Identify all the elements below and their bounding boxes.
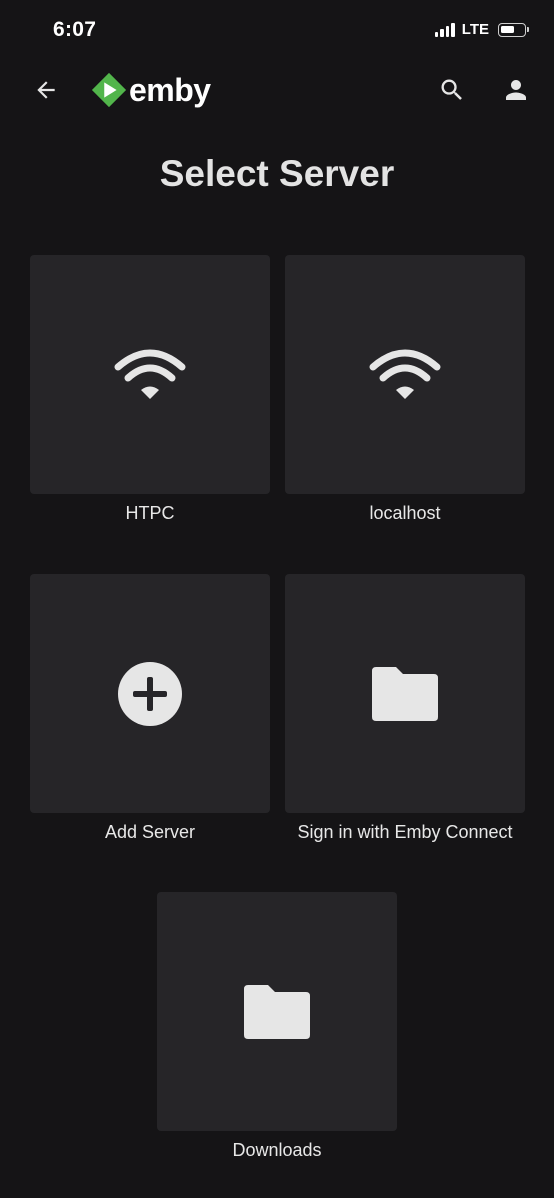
downloads-label[interactable]: Downloads xyxy=(157,1140,397,1161)
emby-logo-icon xyxy=(91,72,127,108)
add-server-card[interactable]: Add Server xyxy=(30,574,270,843)
add-server-tile[interactable] xyxy=(30,574,270,813)
back-button[interactable] xyxy=(28,72,64,108)
account-icon xyxy=(506,80,526,100)
folder-icon xyxy=(244,984,310,1039)
emby-connect-label[interactable]: Sign in with Emby Connect xyxy=(285,822,525,843)
account-button[interactable] xyxy=(498,72,534,108)
search-button[interactable] xyxy=(434,72,470,108)
top-bar: emby xyxy=(0,60,554,116)
downloads-card[interactable]: Downloads xyxy=(157,892,397,1161)
emby-logo[interactable]: emby xyxy=(90,71,211,109)
back-arrow-icon xyxy=(37,81,55,99)
wifi-icon xyxy=(369,349,441,399)
emby-connect-tile[interactable] xyxy=(285,574,525,813)
battery-icon xyxy=(498,22,529,37)
folder-icon xyxy=(372,666,438,721)
server-tile[interactable] xyxy=(285,255,525,494)
search-icon xyxy=(441,79,462,100)
logo-text: emby xyxy=(129,72,211,108)
server-tile[interactable] xyxy=(30,255,270,494)
server-label[interactable]: localhost xyxy=(285,503,525,524)
network-type: LTE xyxy=(461,21,489,38)
wifi-icon xyxy=(114,349,186,399)
cellular-signal-icon xyxy=(434,22,455,37)
status-bar: 6:07 LTE xyxy=(0,0,554,60)
status-time: 6:07 xyxy=(53,18,97,41)
emby-connect-card[interactable]: Sign in with Emby Connect xyxy=(285,574,525,843)
add-server-label[interactable]: Add Server xyxy=(30,822,270,843)
add-circle-icon xyxy=(118,661,182,726)
server-label[interactable]: HTPC xyxy=(30,503,270,524)
page-title: Select Server xyxy=(159,153,395,194)
downloads-tile[interactable] xyxy=(157,892,397,1131)
server-card-localhost[interactable]: localhost xyxy=(285,255,525,524)
status-indicators: LTE xyxy=(434,21,529,38)
server-card-htpc[interactable]: HTPC xyxy=(30,255,270,524)
